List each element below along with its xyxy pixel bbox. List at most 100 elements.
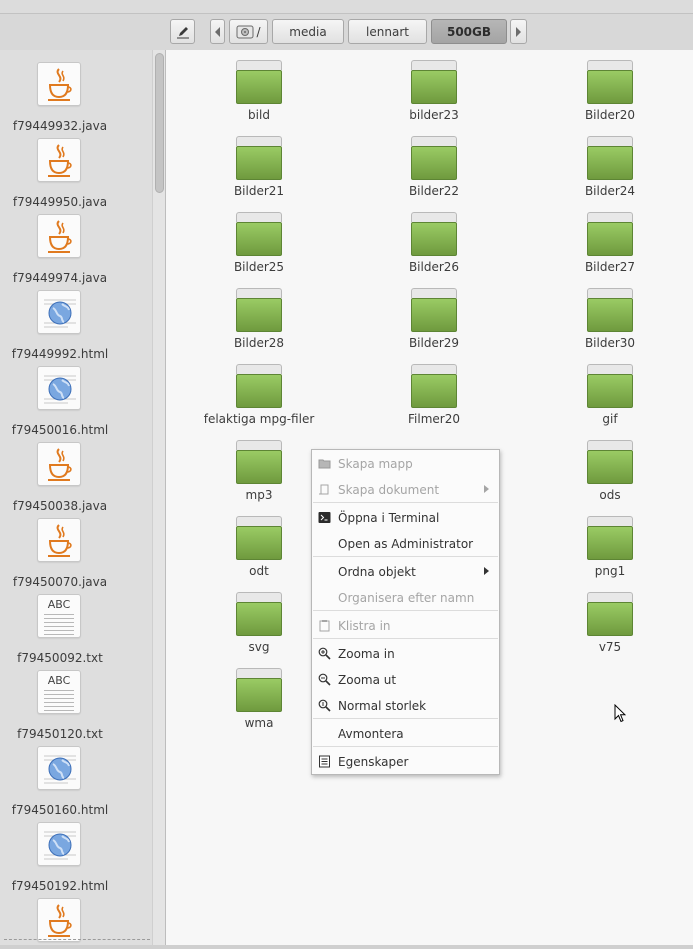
folder-icon [236,212,282,256]
folder-item[interactable]: Bilder21 [194,126,324,198]
crumb-media[interactable]: media [272,19,344,44]
menu-item-label: Avmontera [338,727,404,741]
folder-item[interactable]: gif [545,354,675,426]
crumb-500gb[interactable]: 500GB [431,19,507,44]
folder-item[interactable]: v75 [545,582,675,654]
folder-icon [411,212,457,256]
folder-icon [236,440,282,484]
crumb-root[interactable]: / [229,19,268,44]
folder-name: Bilder28 [233,336,285,350]
java-file-icon [37,898,81,942]
crumb-root-label: / [256,24,261,39]
menu-item-organize-by-name: Organisera efter namn [312,585,499,611]
folder-item[interactable]: Bilder24 [545,126,675,198]
folder-name: odt [249,564,269,578]
file-item[interactable]: f79450192.html [0,822,152,898]
path-forward-button[interactable] [510,19,527,44]
file-item[interactable]: ABC f79450120.txt [0,670,152,746]
folder-item[interactable]: Bilder25 [194,202,324,274]
folder-name: Bilder25 [233,260,285,274]
folder-item[interactable]: bild [194,50,324,122]
text-file-icon: ABC [37,594,81,638]
file-item[interactable]: ABC f79450092.txt [0,594,152,670]
menu-item-label: Egenskaper [338,755,409,769]
file-name: f79450192.html [11,879,109,893]
edit-location-button[interactable] [170,19,195,44]
folder-item[interactable]: wma [194,658,324,730]
folder-icon [411,364,457,408]
folder-item[interactable]: svg [194,582,324,654]
menu-item-normal-size[interactable]: Normal storlek [312,693,499,719]
folder-icon [411,288,457,332]
java-file-icon [37,62,81,106]
file-item[interactable]: f79449950.java [0,138,152,214]
menu-item-zoom-out[interactable]: Zooma ut [312,667,499,693]
file-name: f79449974.java [12,271,108,285]
folder-name: mp3 [245,488,273,502]
zoom-normal-icon [318,699,331,712]
folder-name: Bilder27 [584,260,636,274]
menu-item-open-as-admin[interactable]: Open as Administrator [312,531,499,557]
menu-item-create-folder: Skapa mapp [312,451,499,477]
folder-item[interactable]: Filmer20 [369,354,499,426]
folder-name: gif [602,412,618,426]
file-item[interactable]: f79450038.java [0,442,152,518]
menu-item-label: Normal storlek [338,699,427,713]
menu-item-label: Zooma in [338,647,395,661]
file-item[interactable]: f79450016.html [0,366,152,442]
left-pane-scrollbar[interactable] [152,50,165,945]
folder-item[interactable]: Bilder29 [369,278,499,350]
menu-item-label: Organisera efter namn [338,591,475,605]
folder-icon [587,212,633,256]
folder-item[interactable]: Bilder20 [545,50,675,122]
folder-item[interactable]: Bilder26 [369,202,499,274]
folder-item[interactable]: Bilder28 [194,278,324,350]
path-back-button[interactable] [210,19,225,44]
new-document-icon [318,483,331,496]
crumb-lennart[interactable]: lennart [348,19,427,44]
file-item[interactable]: f79449992.html [0,290,152,366]
folder-item[interactable]: Bilder30 [545,278,675,350]
folder-icon [587,440,633,484]
file-item[interactable]: f79450070.java [0,518,152,594]
chevron-left-icon [215,26,220,37]
menu-item-unmount[interactable]: Avmontera [312,721,499,747]
file-item[interactable] [0,898,152,945]
menu-separator [313,610,498,611]
menu-item-paste: Klistra in [312,613,499,639]
folder-item[interactable]: odt [194,506,324,578]
html-file-icon [37,822,81,866]
file-item[interactable]: f79450160.html [0,746,152,822]
menu-item-properties[interactable]: Egenskaper [312,749,499,775]
folder-item[interactable]: mp3 [194,430,324,502]
menu-item-label: Skapa mapp [338,457,413,471]
terminal-icon [318,511,331,524]
left-pane: f79449932.java f79449950.java f79449974.ja… [0,50,166,945]
folder-item[interactable]: felaktiga mpg-filer [194,354,324,426]
menu-item-create-document: Skapa dokument [312,477,499,503]
folder-name: Bilder30 [584,336,636,350]
folder-item[interactable]: Bilder27 [545,202,675,274]
menu-item-label: Klistra in [338,619,391,633]
menu-item-zoom-in[interactable]: Zooma in [312,641,499,667]
file-name: f79450038.java [12,499,108,513]
folder-name: svg [248,640,270,654]
window-top-strip [0,0,693,14]
folder-item[interactable]: bilder23 [369,50,499,122]
folder-name: Bilder29 [408,336,460,350]
crumb-label: media [289,24,327,39]
file-name: f79449932.java [12,119,108,133]
scrollbar-thumb[interactable] [155,53,164,193]
file-item[interactable]: f79449932.java [0,62,152,138]
file-item[interactable]: f79449974.java [0,214,152,290]
menu-item-arrange-items[interactable]: Ordna objekt [312,559,499,585]
folder-name: Bilder26 [408,260,460,274]
folder-icon [236,516,282,560]
folder-item[interactable]: Bilder22 [369,126,499,198]
menu-item-open-terminal[interactable]: Öppna i Terminal [312,505,499,531]
folder-name: ods [599,488,621,502]
folder-item[interactable]: png1 [545,506,675,578]
text-file-icon-label: ABC [47,598,71,611]
folder-icon [587,288,633,332]
folder-item[interactable]: ods [545,430,675,502]
